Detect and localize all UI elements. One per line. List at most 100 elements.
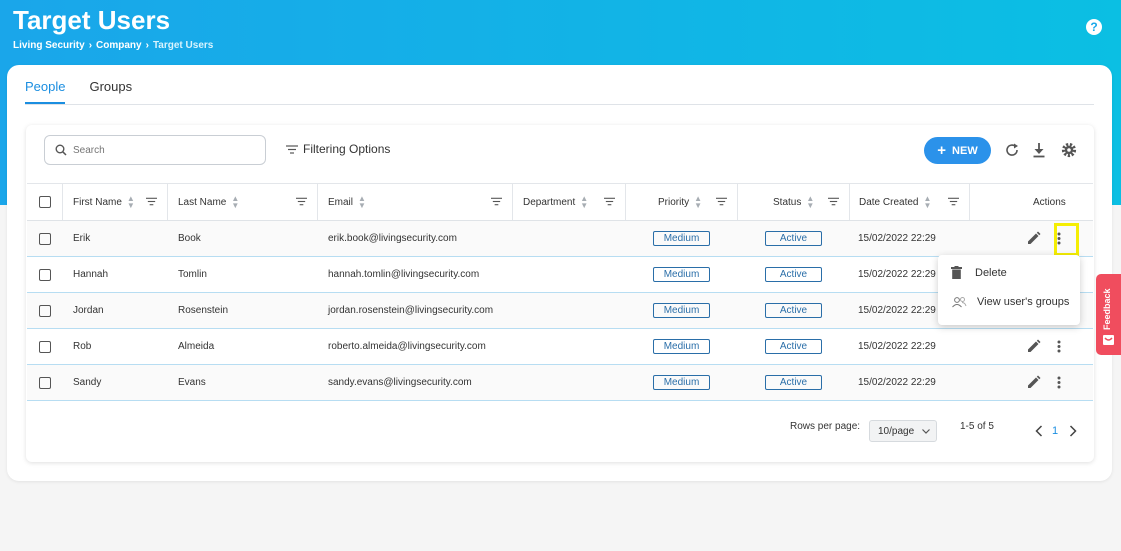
cell-last-name: Book — [178, 233, 201, 244]
filter-icon[interactable] — [491, 197, 502, 206]
column-header-department[interactable]: Department ▲ ▼ — [513, 184, 626, 220]
search-icon — [55, 144, 67, 156]
breadcrumb-item-target-users: Target Users — [152, 40, 214, 51]
page-size-value: 10/page — [878, 425, 915, 437]
cell-date-created: 15/02/2022 22:29 — [858, 341, 936, 352]
cell-department — [513, 293, 626, 328]
menu-item-view-groups-label: View user's groups — [977, 296, 1070, 308]
menu-item-delete[interactable]: Delete — [951, 266, 1007, 279]
help-icon[interactable]: ? — [1086, 19, 1102, 35]
sort-icon[interactable]: ▲ ▼ — [231, 195, 239, 210]
row-checkbox[interactable] — [39, 268, 51, 281]
column-header-date-created[interactable]: Date Created ▲ ▼ — [850, 184, 970, 220]
edit-pencil-icon[interactable] — [1026, 375, 1041, 390]
tab-groups[interactable]: Groups — [89, 79, 132, 104]
chevron-right-icon[interactable] — [1069, 425, 1077, 437]
cell-first-name: Sandy — [73, 377, 102, 388]
feedback-label: Feedback — [1102, 288, 1112, 330]
settings-gear-icon[interactable] — [1060, 141, 1078, 159]
cell-actions — [970, 329, 1093, 364]
status-badge: Active — [765, 339, 822, 354]
edit-pencil-icon[interactable] — [1026, 231, 1041, 246]
filter-icon[interactable] — [604, 197, 615, 206]
column-header-email[interactable]: Email ▲ ▼ — [318, 184, 513, 220]
tab-people[interactable]: People — [25, 79, 66, 104]
row-checkbox[interactable] — [39, 232, 51, 245]
table-row[interactable]: Sandy Evans sandy.evans@livingsecurity.com… — [27, 365, 1093, 401]
table-body: Erik Book erik.book@livingsecurity.com Medi… — [27, 221, 1093, 401]
cell-status: Active — [738, 365, 850, 400]
new-button[interactable]: + NEW — [924, 137, 991, 164]
download-icon[interactable] — [1030, 141, 1048, 159]
cell-email: hannah.tomlin@livingsecurity.com — [328, 269, 480, 280]
status-badge: Active — [765, 231, 822, 246]
filter-icon[interactable] — [146, 197, 157, 206]
table-row[interactable]: Erik Book erik.book@livingsecurity.com Medi… — [27, 221, 1093, 257]
column-header-status[interactable]: Status ▲ ▼ — [738, 184, 850, 220]
sort-icon[interactable]: ▲ ▼ — [580, 195, 588, 210]
cell-date-created: 15/02/2022 22:29 — [858, 377, 936, 388]
refresh-icon[interactable] — [1003, 141, 1021, 159]
table-header: First Name ▲ ▼ Last Name ▲ ▼ Email ▲ ▼ Depa… — [27, 183, 1093, 221]
edit-pencil-icon[interactable] — [1026, 339, 1041, 354]
cell-priority: Medium — [626, 257, 738, 292]
cell-email: jordan.rosenstein@livingsecurity.com — [328, 305, 494, 316]
menu-item-delete-label: Delete — [975, 266, 1007, 279]
sort-icon[interactable]: ▲ ▼ — [806, 195, 814, 210]
menu-item-view-groups[interactable]: View user's groups — [951, 296, 1069, 308]
column-header-priority[interactable]: Priority ▲ ▼ — [626, 184, 738, 220]
cell-last-name: Rosenstein — [178, 305, 229, 316]
priority-badge: Medium — [653, 267, 710, 282]
cell-priority: Medium — [626, 221, 738, 256]
users-icon — [952, 297, 967, 308]
priority-badge: Medium — [653, 303, 710, 318]
filter-icon[interactable] — [948, 197, 959, 206]
feedback-tab[interactable]: Feedback — [1096, 274, 1121, 355]
search-box[interactable] — [44, 135, 266, 165]
column-header-first-name[interactable]: First Name ▲ ▼ — [63, 184, 168, 220]
chevron-left-icon[interactable] — [1035, 425, 1043, 437]
pagination-range: 1-5 of 5 — [960, 421, 994, 432]
column-header-actions: Actions — [1033, 196, 1066, 208]
table-row[interactable]: Rob Almeida roberto.almeida@livingsecurity… — [27, 329, 1093, 365]
cell-status: Active — [738, 221, 850, 256]
row-checkbox[interactable] — [39, 376, 51, 389]
more-actions-kebab-icon[interactable] — [1057, 376, 1061, 389]
table-row[interactable]: Jordan Rosenstein jordan.rosenstein@living… — [27, 293, 1093, 329]
filtering-options-label: Filtering Options — [303, 142, 391, 156]
new-button-label: NEW — [952, 144, 978, 157]
cell-email: roberto.almeida@livingsecurity.com — [328, 341, 486, 352]
cell-first-name: Jordan — [73, 305, 104, 316]
filter-icon[interactable] — [716, 197, 727, 206]
users-table: First Name ▲ ▼ Last Name ▲ ▼ Email ▲ ▼ Depa… — [27, 183, 1093, 401]
breadcrumb-item-living-security[interactable]: Living Security — [13, 40, 85, 51]
filter-icon[interactable] — [828, 197, 839, 206]
select-all-cell — [27, 184, 63, 220]
breadcrumb-item-company[interactable]: Company — [96, 40, 142, 51]
column-header-last-name[interactable]: Last Name ▲ ▼ — [168, 184, 318, 220]
sort-icon[interactable]: ▲ ▼ — [358, 195, 366, 210]
cell-department — [513, 257, 626, 292]
cell-last-name: Tomlin — [178, 269, 207, 280]
cell-department — [513, 221, 626, 256]
filter-icon[interactable] — [296, 197, 307, 206]
sort-icon[interactable]: ▲ ▼ — [127, 195, 135, 210]
more-actions-kebab-icon[interactable] — [1057, 340, 1061, 353]
select-all-checkbox[interactable] — [39, 196, 51, 208]
filtering-options-button[interactable]: Filtering Options — [286, 142, 390, 156]
table-row[interactable]: Hannah Tomlin hannah.tomlin@livingsecurity… — [27, 257, 1093, 293]
page-size-select[interactable]: 10/page — [869, 420, 937, 442]
search-input[interactable] — [73, 144, 253, 156]
cell-priority: Medium — [626, 329, 738, 364]
sort-icon[interactable]: ▲ ▼ — [694, 195, 702, 210]
cell-priority: Medium — [626, 293, 738, 328]
sort-icon[interactable]: ▲ ▼ — [923, 195, 931, 210]
page-number-current[interactable]: 1 — [1052, 425, 1058, 437]
cell-status: Active — [738, 329, 850, 364]
cell-status: Active — [738, 257, 850, 292]
row-checkbox[interactable] — [39, 340, 51, 353]
tab-bar: People Groups — [25, 79, 132, 104]
row-checkbox[interactable] — [39, 304, 51, 317]
chevron-down-icon — [922, 429, 930, 434]
cell-date-created: 15/02/2022 22:29 — [858, 233, 936, 244]
